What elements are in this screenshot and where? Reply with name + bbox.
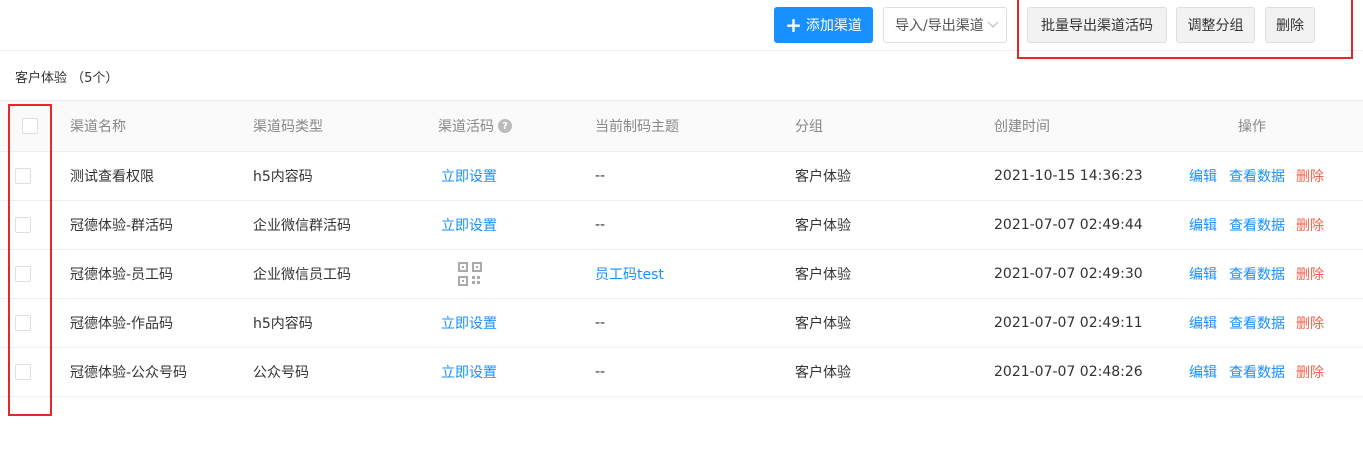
channel-name: 冠德体验-员工码 [70,267,174,283]
group: 客户体验 [795,316,851,332]
table-row: 冠德体验-公众号码 公众号码 立即设置 -- 客户体验 2021-07-07 0… [0,348,1363,397]
col-live-code-label: 渠道活码 [438,119,494,135]
qr-code-icon[interactable] [458,250,482,298]
select-all-checkbox[interactable] [22,118,38,134]
code-type: 企业微信员工码 [253,267,351,283]
created-time: 2021-07-07 02:48:26 [994,364,1143,380]
theme: -- [595,364,606,380]
group: 客户体验 [795,169,851,185]
code-type: 公众号码 [253,365,309,381]
col-live-code: 渠道活码 ? [438,101,512,151]
code-type: h5内容码 [253,169,313,185]
code-type: h5内容码 [253,316,313,332]
chevron-down-icon [987,21,999,28]
help-icon[interactable]: ? [498,119,512,133]
code-type: 企业微信群活码 [253,218,351,234]
view-data-link[interactable]: 查看数据 [1229,348,1285,396]
view-data-link[interactable]: 查看数据 [1229,250,1285,298]
add-channel-button[interactable]: + 添加渠道 [774,7,873,43]
delete-button[interactable]: 删除 [1265,7,1315,43]
row-checkbox[interactable] [15,168,31,184]
set-now-link[interactable]: 立即设置 [441,201,497,249]
import-export-label: 导入/导出渠道 [895,18,984,34]
delete-link[interactable]: 删除 [1296,201,1324,249]
group: 客户体验 [795,218,851,234]
toolbar: + 添加渠道 导入/导出渠道 批量导出渠道活码 调整分组 删除 [0,0,1363,51]
col-group: 分组 [795,119,823,135]
theme: -- [595,315,606,331]
delete-link[interactable]: 删除 [1296,299,1324,347]
col-theme: 当前制码主题 [595,119,679,135]
adjust-group-button[interactable]: 调整分组 [1176,7,1255,43]
table-row: 测试查看权限 h5内容码 立即设置 -- 客户体验 2021-10-15 14:… [0,152,1363,201]
edit-link[interactable]: 编辑 [1189,299,1217,347]
channel-name: 冠德体验-群活码 [70,218,174,234]
group-title: 客户体验 （5个） [15,71,119,86]
created-time: 2021-07-07 02:49:11 [994,315,1143,331]
delete-link[interactable]: 删除 [1296,348,1324,396]
channel-name: 测试查看权限 [70,169,154,185]
row-checkbox[interactable] [15,315,31,331]
channel-name: 冠德体验-作品码 [70,316,174,332]
table-row: 冠德体验-员工码 企业微信员工码 员工码test 客户体验 2021-07-07… [0,250,1363,299]
created-time: 2021-07-07 02:49:30 [994,266,1143,282]
edit-link[interactable]: 编辑 [1189,348,1217,396]
table-row: 冠德体验-作品码 h5内容码 立即设置 -- 客户体验 2021-07-07 0… [0,299,1363,348]
col-code-type: 渠道码类型 [253,119,323,135]
theme: -- [595,217,606,233]
delete-link[interactable]: 删除 [1296,250,1324,298]
col-actions: 操作 [1238,119,1266,135]
table-body: 测试查看权限 h5内容码 立即设置 -- 客户体验 2021-10-15 14:… [0,152,1363,397]
delete-link[interactable]: 删除 [1296,152,1324,200]
set-now-link[interactable]: 立即设置 [441,299,497,347]
col-created: 创建时间 [994,119,1050,135]
plus-icon: + [785,13,802,37]
group: 客户体验 [795,365,851,381]
table-row: 冠德体验-群活码 企业微信群活码 立即设置 -- 客户体验 2021-07-07… [0,201,1363,250]
set-now-link[interactable]: 立即设置 [441,348,497,396]
row-checkbox[interactable] [15,266,31,282]
row-checkbox[interactable] [15,217,31,233]
group: 客户体验 [795,267,851,283]
import-export-select[interactable]: 导入/导出渠道 [883,7,1007,43]
channel-table: 渠道名称 渠道码类型 渠道活码 ? 当前制码主题 分组 创建时间 操作 测试查看… [0,100,1363,397]
batch-export-button[interactable]: 批量导出渠道活码 [1027,7,1167,43]
add-channel-label: 添加渠道 [805,18,862,34]
view-data-link[interactable]: 查看数据 [1229,152,1285,200]
channel-name: 冠德体验-公众号码 [70,365,188,381]
set-now-link[interactable]: 立即设置 [441,152,497,200]
view-data-link[interactable]: 查看数据 [1229,201,1285,249]
theme[interactable]: 员工码test [595,250,664,298]
edit-link[interactable]: 编辑 [1189,250,1217,298]
table-header: 渠道名称 渠道码类型 渠道活码 ? 当前制码主题 分组 创建时间 操作 [0,100,1363,152]
theme: -- [595,168,606,184]
row-checkbox[interactable] [15,364,31,380]
created-time: 2021-07-07 02:49:44 [994,217,1143,233]
col-name: 渠道名称 [70,119,126,135]
edit-link[interactable]: 编辑 [1189,152,1217,200]
created-time: 2021-10-15 14:36:23 [994,168,1143,184]
edit-link[interactable]: 编辑 [1189,201,1217,249]
view-data-link[interactable]: 查看数据 [1229,299,1285,347]
